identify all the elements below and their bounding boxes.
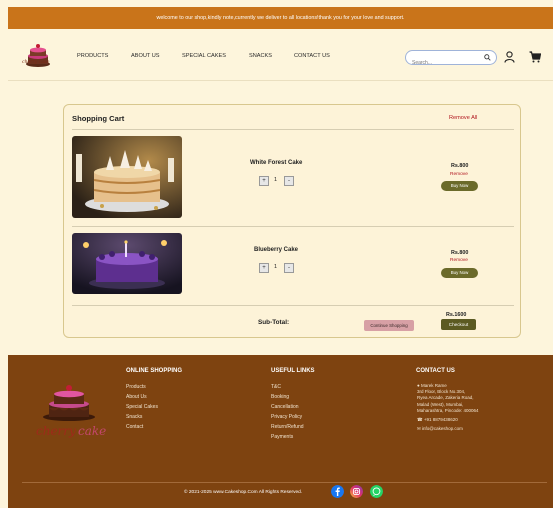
instagram-icon[interactable] xyxy=(350,485,363,498)
announcement-bar: welcome to our shop,kindly note,currentl… xyxy=(8,7,553,29)
svg-text:cake: cake xyxy=(78,424,106,438)
cart-title: Shopping Cart xyxy=(72,114,125,123)
quantity-increase-button[interactable]: - xyxy=(284,263,294,273)
location-icon: ● xyxy=(417,383,420,388)
useful-links: T&C Booking Cancellation Privacy Policy … xyxy=(271,382,304,442)
footer-link-tc[interactable]: T&C xyxy=(271,382,304,392)
footer-link-contact[interactable]: Contact xyxy=(126,422,158,432)
facebook-icon[interactable] xyxy=(331,485,344,498)
nav-about-us[interactable]: ABOUT US xyxy=(131,53,160,59)
footer-link-special-cakes[interactable]: Special Cakes xyxy=(126,402,158,412)
quantity-value: 1 xyxy=(274,177,278,183)
item-price: Rs.800 xyxy=(451,163,469,169)
email-address[interactable]: info@cakeshop.com xyxy=(422,426,463,431)
shopping-cart-panel: Shopping Cart Remove All White Forest Ca… xyxy=(63,104,521,338)
remove-item-link[interactable]: Remove xyxy=(450,172,468,177)
footer-divider xyxy=(22,482,547,483)
subtotal-label: Sub-Total: xyxy=(258,319,290,326)
quantity-increase-button[interactable]: - xyxy=(284,176,294,186)
nav-special-cakes[interactable]: SPECIAL CAKES xyxy=(182,53,226,59)
quantity-value: 1 xyxy=(274,264,278,270)
footer-link-products[interactable]: Products xyxy=(126,382,158,392)
nav-snacks[interactable]: SNACKS xyxy=(249,53,272,59)
user-icon[interactable] xyxy=(504,51,515,63)
checkout-button[interactable]: Checkout xyxy=(441,319,476,330)
divider xyxy=(72,226,514,227)
footer-link-booking[interactable]: Booking xyxy=(271,392,304,402)
white-forest-cake-image xyxy=(72,136,182,218)
useful-links-heading: USEFUL LINKS xyxy=(271,368,315,374)
header: cherry cake PRODUCTS ABOUT US SPECIAL CA… xyxy=(8,29,553,81)
phone-icon: ☎ xyxy=(417,417,423,423)
divider xyxy=(72,129,514,130)
online-shopping-heading: ONLINE SHOPPING xyxy=(126,368,183,374)
continue-shopping-button[interactable]: Continue Shopping xyxy=(364,320,414,331)
brand-logo-text: cherry cake xyxy=(22,60,50,65)
contact-name: Marek Rame xyxy=(420,383,447,388)
nav-contact-us[interactable]: CONTACT US xyxy=(294,53,330,59)
remove-all-link[interactable]: Remove All xyxy=(449,115,477,121)
footer-brand-logo[interactable]: cherry cake xyxy=(32,377,106,439)
search-box xyxy=(405,50,497,70)
mail-icon: ✉ xyxy=(417,426,421,432)
footer: cherry cake ONLINE SHOPPING Products Abo… xyxy=(8,355,553,508)
online-shopping-links: Products About Us Special Cakes Snacks C… xyxy=(126,382,158,432)
phone-row: ☎ +91 8879438620 xyxy=(417,417,545,423)
whatsapp-icon[interactable] xyxy=(370,485,383,498)
item-price: Rs.800 xyxy=(451,250,469,256)
page: welcome to our shop,kindly note,currentl… xyxy=(0,0,553,508)
nav-products[interactable]: PRODUCTS xyxy=(77,53,108,59)
footer-link-snacks[interactable]: Snacks xyxy=(126,412,158,422)
email-row: ✉ info@cakeshop.com xyxy=(417,426,545,432)
search-icon[interactable] xyxy=(484,54,491,61)
quantity-decrease-button[interactable]: + xyxy=(259,263,269,273)
copyright-text: © 2021-2025 www.Cakeshop.Com All Rights … xyxy=(184,490,303,495)
item-name: Blueberry Cake xyxy=(254,247,299,253)
phone-number[interactable]: +91 8879438620 xyxy=(424,417,458,422)
footer-link-privacy-policy[interactable]: Privacy Policy xyxy=(271,412,304,422)
contact-info: ● Marek Rame 3rd Floor, Block No.304, Ry… xyxy=(417,383,545,432)
cart-icon[interactable] xyxy=(529,51,541,63)
divider xyxy=(72,305,514,306)
footer-link-cancellation[interactable]: Cancellation xyxy=(271,402,304,412)
search-input[interactable] xyxy=(406,56,476,70)
buy-now-button[interactable]: Buy Now xyxy=(441,181,478,191)
item-name: White Forest Cake xyxy=(250,160,303,166)
address-line: Maharashtra, Pincode: 400064 xyxy=(417,407,479,413)
brand-logo[interactable] xyxy=(22,43,54,69)
contact-us-heading: CONTACT US xyxy=(416,368,455,374)
subtotal-value: Rs.1600 xyxy=(446,312,467,318)
footer-link-return-refund[interactable]: Return/Refund xyxy=(271,422,304,432)
svg-text:cherry: cherry xyxy=(36,424,76,438)
quantity-decrease-button[interactable]: + xyxy=(259,176,269,186)
footer-link-payments[interactable]: Payments xyxy=(271,432,304,442)
footer-link-about-us[interactable]: About Us xyxy=(126,392,158,402)
buy-now-button[interactable]: Buy Now xyxy=(441,268,478,278)
remove-item-link[interactable]: Remove xyxy=(450,258,468,263)
blueberry-cake-image xyxy=(72,233,182,294)
